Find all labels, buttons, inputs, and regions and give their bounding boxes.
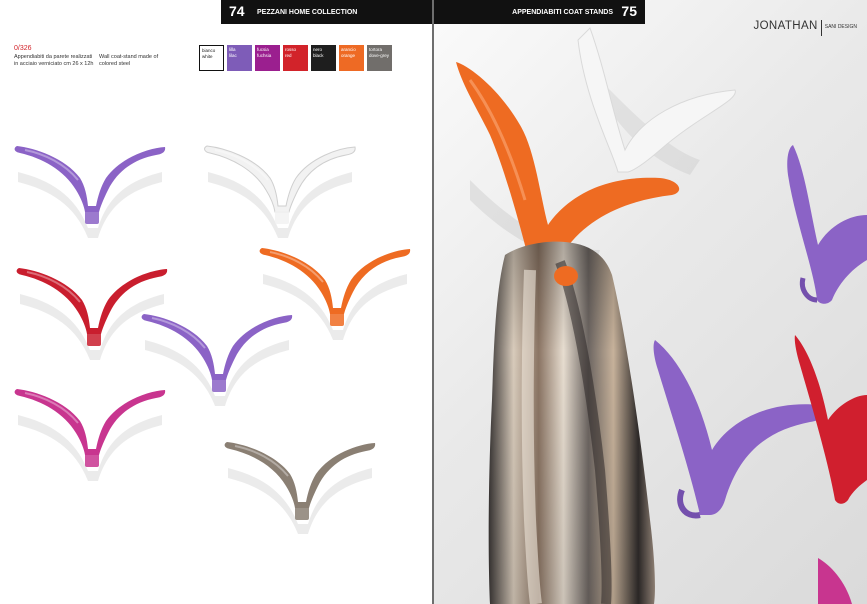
orange-hook	[456, 62, 680, 272]
lilac-hook-upper	[787, 145, 867, 304]
lifestyle-photo	[456, 27, 867, 604]
brand-separator	[820, 20, 822, 36]
page-number-right: 75	[621, 3, 637, 19]
swatch-orange: arancio orange	[339, 45, 364, 71]
description-english: Wall coat-stand made of colored steel	[99, 54, 159, 67]
fuchsia-hook	[818, 558, 852, 604]
header-title-right: APPENDIABITI COAT STANDS	[512, 9, 613, 16]
swatch-dove-grey: tortora dove-grey	[367, 45, 392, 71]
swatch-fuchsia: fucsia fuchsia	[255, 45, 280, 71]
swatch-black: nero black	[311, 45, 336, 71]
swatch-red: rosso red	[283, 45, 308, 71]
white-hook	[577, 27, 736, 173]
page-number-left: 74	[229, 3, 245, 19]
swatch-lilac: lilla lilac	[227, 45, 252, 71]
brand-name: JONATHAN	[753, 20, 818, 32]
color-swatches: bianco white lilla lilac fucsia fuchsia ros…	[199, 45, 392, 71]
description-italian: Appendiabiti da parete realizzati in acc…	[14, 54, 94, 67]
product-code: 0/326	[14, 45, 32, 52]
swatch-white: bianco white	[199, 45, 224, 71]
header-title-left: PEZZANI HOME COLLECTION	[257, 9, 358, 16]
brand: JONATHAN SANI DESIGN	[753, 20, 857, 36]
header-bar-left: 74 PEZZANI HOME COLLECTION	[221, 0, 432, 24]
header-bar-right: APPENDIABITI COAT STANDS 75	[434, 0, 645, 24]
brand-designer: SANI DESIGN	[824, 24, 857, 30]
lilac-hook-lower	[653, 340, 826, 515]
